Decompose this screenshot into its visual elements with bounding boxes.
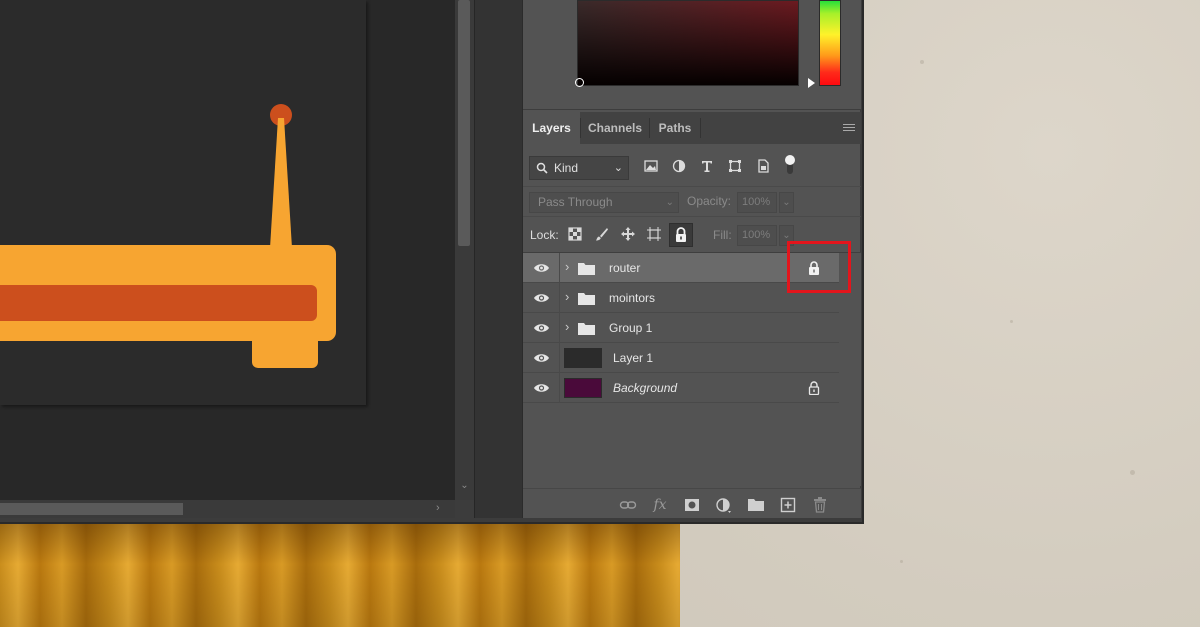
router-artwork <box>0 104 336 368</box>
panel-tabs: Layers Channels Paths <box>523 112 861 144</box>
layer-thumbnail <box>564 348 602 368</box>
color-picker-panel <box>523 0 861 110</box>
tab-channels[interactable]: Channels <box>581 112 649 144</box>
add-mask-icon[interactable] <box>683 496 701 514</box>
new-adjustment-layer-icon[interactable] <box>715 496 733 514</box>
eye-icon[interactable] <box>533 352 550 364</box>
antenna <box>270 118 292 248</box>
wall-speck <box>1010 320 1013 323</box>
folder-icon <box>578 293 595 305</box>
lock-icon <box>676 227 686 242</box>
layer-row-background[interactable]: Background <box>523 373 839 403</box>
color-field-gradient <box>578 1 798 85</box>
chevron-right-icon[interactable]: › <box>565 319 569 334</box>
lock-all-button[interactable] <box>669 223 693 247</box>
eye-icon[interactable] <box>533 322 550 334</box>
folder-icon <box>578 323 595 335</box>
tab-paths[interactable]: Paths <box>650 112 700 144</box>
vertical-scrollbar[interactable]: ⌄ <box>455 0 474 500</box>
wall-speck <box>920 60 924 64</box>
hue-marker-icon[interactable] <box>808 78 815 88</box>
pixel-layer-filter-icon[interactable] <box>643 158 661 176</box>
layer-thumbnail <box>564 378 602 398</box>
fill-input[interactable]: 100% <box>737 225 777 246</box>
horizontal-scroll-thumb[interactable] <box>0 503 183 515</box>
wall-speck <box>1130 470 1135 475</box>
scroll-right-icon[interactable]: › <box>436 502 440 514</box>
highlight-annotation-box <box>787 241 851 293</box>
opacity-input[interactable]: 100% <box>737 192 777 213</box>
blend-row: Pass Through ⌄ Opacity: 100% ⌄ <box>523 186 861 216</box>
router-stripe <box>0 285 317 321</box>
filter-toggle-icon[interactable] <box>783 154 801 174</box>
opacity-label: Opacity: <box>687 194 732 208</box>
wall-speck <box>900 560 903 563</box>
visibility-column-divider <box>559 283 560 313</box>
router-foot <box>252 330 318 368</box>
opacity-dropdown-icon[interactable]: ⌄ <box>779 192 794 213</box>
layer-name: mointors <box>609 291 656 305</box>
blend-mode-select[interactable]: Pass Through ⌄ <box>529 192 679 213</box>
eye-icon[interactable] <box>533 262 550 274</box>
visibility-column-divider <box>559 253 560 283</box>
layer-name: router <box>609 261 641 275</box>
blend-mode-value: Pass Through <box>538 195 613 209</box>
visibility-column-divider <box>559 373 560 403</box>
tab-layers[interactable]: Layers <box>523 112 580 144</box>
link-layers-icon[interactable] <box>619 496 637 514</box>
filter-kind-select[interactable]: Kind ⌄ <box>529 156 629 180</box>
layers-footer-toolbar: fx <box>523 488 861 518</box>
new-group-folder-icon[interactable] <box>747 496 765 514</box>
horizontal-scrollbar[interactable]: › <box>0 500 455 518</box>
lock-icon[interactable] <box>808 381 820 395</box>
lock-image-pixels-icon[interactable] <box>594 226 612 244</box>
type-layer-filter-icon[interactable] <box>699 158 717 176</box>
hue-slider[interactable] <box>819 0 841 86</box>
smart-object-filter-icon[interactable] <box>755 158 773 176</box>
layer-name: Group 1 <box>609 321 653 335</box>
vertical-scroll-thumb[interactable] <box>458 0 470 246</box>
tab-separator <box>700 118 701 138</box>
layer-row-layer-1[interactable]: Layer 1 <box>523 343 839 373</box>
filter-kind-label: Kind <box>554 161 579 175</box>
new-layer-icon[interactable] <box>779 496 797 514</box>
chevron-right-icon[interactable]: › <box>565 259 569 274</box>
visibility-column-divider <box>559 343 560 373</box>
layer-row-group-1[interactable]: › Group 1 <box>523 313 839 343</box>
shape-layer-filter-icon[interactable] <box>727 158 745 176</box>
photoshop-window: ⌄ › Layers Channels Paths Kind ⌄ Pass Th… <box>0 0 864 524</box>
canvas-workspace[interactable] <box>0 0 455 500</box>
scroll-down-icon[interactable]: ⌄ <box>458 480 471 494</box>
lock-position-icon[interactable] <box>620 226 638 244</box>
color-picker-cursor-icon[interactable] <box>575 78 584 87</box>
lock-transparent-pixels-icon[interactable] <box>567 226 585 244</box>
search-icon <box>536 159 548 181</box>
artboard[interactable] <box>0 0 366 405</box>
adjustment-layer-filter-icon[interactable] <box>671 158 689 176</box>
curtain-shade <box>0 522 680 627</box>
folder-icon <box>578 263 595 275</box>
lock-label: Lock: <box>530 228 559 242</box>
delete-layer-trash-icon[interactable] <box>811 496 829 514</box>
panel-menu-icon[interactable] <box>843 124 855 133</box>
chevron-down-icon: ⌄ <box>665 197 674 208</box>
layer-name: Layer 1 <box>613 351 654 365</box>
lock-artboard-icon[interactable] <box>646 226 664 244</box>
visibility-column-divider <box>559 313 560 343</box>
layer-style-fx-icon[interactable]: fx <box>651 496 669 514</box>
eye-icon[interactable] <box>533 292 550 304</box>
color-field[interactable] <box>577 0 799 86</box>
chevron-down-icon: ⌄ <box>613 162 623 174</box>
panel-dock-gutter <box>474 0 522 518</box>
layer-filter-row: Kind ⌄ <box>523 150 861 186</box>
right-panel: Layers Channels Paths Kind ⌄ Pass Throug… <box>522 0 861 518</box>
fill-label: Fill: <box>713 228 732 242</box>
chevron-right-icon[interactable]: › <box>565 289 569 304</box>
eye-icon[interactable] <box>533 382 550 394</box>
layer-name: Background <box>613 381 678 395</box>
